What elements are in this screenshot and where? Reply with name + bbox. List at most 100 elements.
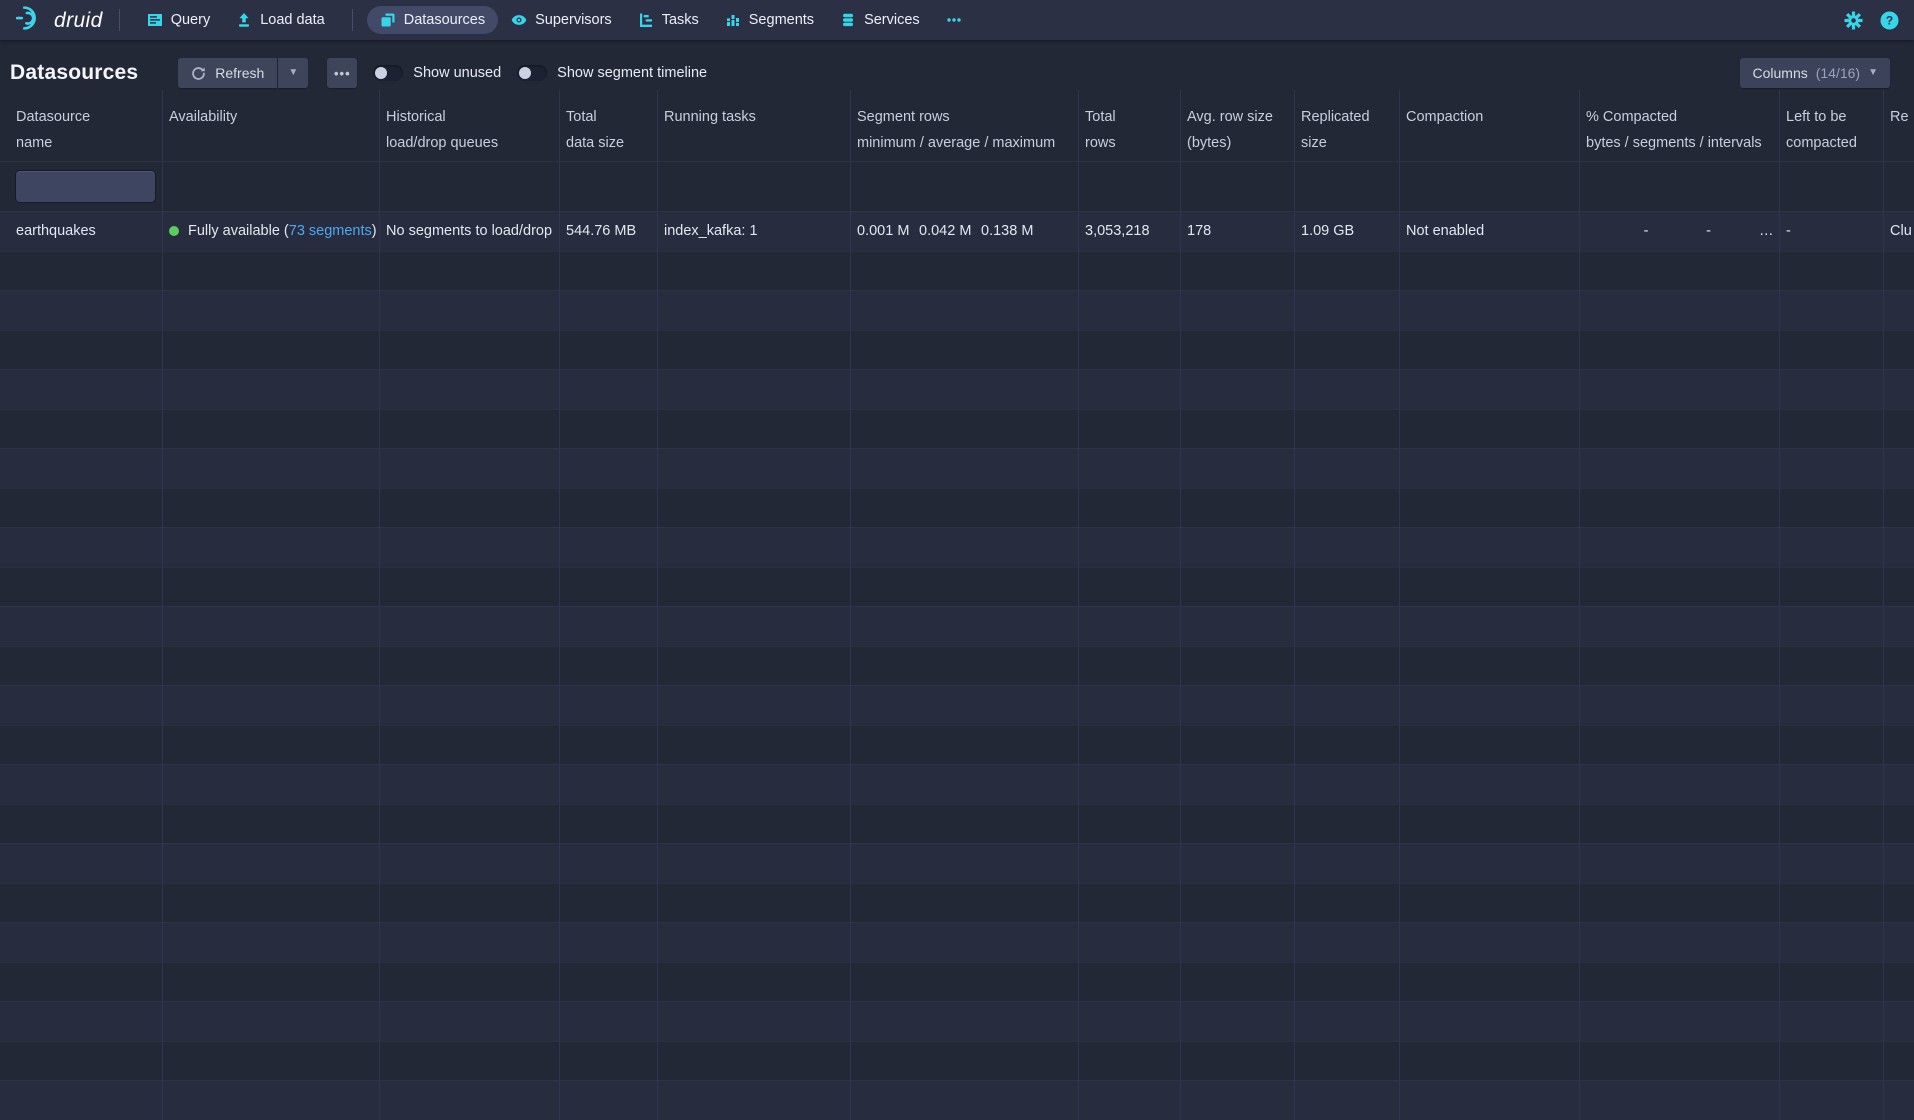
empty-cell [0,567,163,607]
empty-cell [658,646,851,686]
empty-cell [1884,922,1914,962]
empty-cell [1079,251,1181,291]
nav-item-tasks[interactable]: Tasks [625,6,712,34]
empty-table-row [0,922,1914,962]
refresh-button[interactable]: Refresh [178,58,277,88]
header-cell-left_to_be_compacted[interactable]: Left to becompacted [1780,90,1884,161]
datasource-row: earthquakesFully available (73 segments)… [0,211,1914,251]
empty-cell [163,1001,380,1041]
header-cell-total_rows[interactable]: Totalrows [1079,90,1181,161]
header-cell-replicated_size[interactable]: Replicatedsize [1295,90,1400,161]
header-cell-pct_compacted[interactable]: % Compactedbytes / segments / intervals [1580,90,1780,161]
show-unused-label[interactable]: Show unused [413,65,501,81]
empty-cell [0,1001,163,1041]
empty-cell [560,725,658,765]
filter-cell-total_rows [1079,162,1181,211]
empty-cell [851,527,1079,567]
empty-cell [1780,922,1884,962]
empty-cell [1580,330,1780,370]
empty-cell [1295,448,1400,488]
empty-cell [560,764,658,804]
header-label: bytes / segments / intervals [1586,130,1773,156]
empty-table-row [0,369,1914,409]
empty-cell [1295,251,1400,291]
empty-cell [658,330,851,370]
show-segment-timeline-label[interactable]: Show segment timeline [557,65,707,81]
empty-cell [658,567,851,607]
empty-cell [1884,883,1914,923]
empty-cell [1580,883,1780,923]
empty-cell [163,1041,380,1081]
cell-historical: No segments to load/drop [380,211,560,251]
datasource-name-filter-input[interactable] [16,171,155,202]
empty-table-row [0,646,1914,686]
empty-cell [1780,251,1884,291]
tasks-icon [638,12,654,28]
empty-cell [1780,409,1884,449]
header-cell-retention[interactable]: Re [1884,90,1914,161]
services-icon [840,12,856,28]
pct-compacted-value: - [1586,223,1649,239]
header-cell-segment_rows[interactable]: Segment rowsminimum / average / maximum [851,90,1079,161]
nav-item-load-data[interactable]: Load data [223,6,338,34]
druid-logo[interactable]: druid [14,4,103,37]
pct-compacted-value: - [1649,223,1712,239]
nav-item-datasources[interactable]: Datasources [367,6,498,34]
empty-cell [0,330,163,370]
empty-cell [163,764,380,804]
empty-cell [560,962,658,1002]
segments-link[interactable]: 73 segments [289,223,372,239]
header-cell-total_data_size[interactable]: Totaldata size [560,90,658,161]
filter-cell-historical [380,162,560,211]
settings-gear-icon[interactable] [1844,11,1863,30]
empty-cell [1079,290,1181,330]
empty-cell [560,685,658,725]
empty-cell [560,527,658,567]
nav-item-more[interactable] [933,6,975,34]
nav-item-segments[interactable]: Segments [712,6,827,34]
empty-cell [1079,1041,1181,1081]
nav-divider [119,9,120,31]
empty-cell [1295,962,1400,1002]
header-cell-availability[interactable]: Availability [163,90,380,161]
empty-cell [1295,330,1400,370]
nav-item-query[interactable]: Query [134,6,224,34]
empty-cell [1400,527,1580,567]
empty-cell [1580,290,1780,330]
empty-cell [1884,488,1914,528]
table-filter-row [0,162,1914,211]
empty-cell [851,369,1079,409]
header-cell-running_tasks[interactable]: Running tasks [658,90,851,161]
header-label: Segment rows [857,104,1072,130]
header-cell-avg_row_size[interactable]: Avg. row size(bytes) [1181,90,1295,161]
show-segment-timeline-toggle[interactable] [517,65,547,81]
header-label: size [1301,130,1393,156]
empty-cell [163,646,380,686]
header-cell-name[interactable]: Datasourcename [0,90,163,161]
empty-cell [1181,567,1295,607]
empty-cell [560,409,658,449]
empty-cell [1181,764,1295,804]
cell-value: 178 [1187,223,1211,239]
header-label: Compaction [1406,104,1573,130]
help-icon[interactable]: ? [1880,11,1899,30]
empty-cell [1079,922,1181,962]
refresh-dropdown-button[interactable]: ▼ [278,58,308,88]
cell-value: Not enabled [1406,223,1484,239]
empty-cell [1295,1041,1400,1081]
nav-item-supervisors[interactable]: Supervisors [498,6,625,34]
header-cell-historical[interactable]: Historicalload/drop queues [380,90,560,161]
segment-rows-value: 0.001 M [857,223,919,239]
nav-item-services[interactable]: Services [827,6,933,34]
empty-cell [163,843,380,883]
chevron-down-icon: ▼ [288,68,298,78]
show-unused-toggle[interactable] [373,65,403,81]
empty-cell [0,962,163,1002]
more-options-button[interactable]: ••• [327,58,357,88]
empty-cell [1295,883,1400,923]
header-cell-compaction[interactable]: Compaction [1400,90,1580,161]
columns-button[interactable]: Columns (14/16) ▼ [1740,58,1890,88]
filter-cell-running_tasks [658,162,851,211]
empty-cell [1295,527,1400,567]
empty-cell [380,369,560,409]
